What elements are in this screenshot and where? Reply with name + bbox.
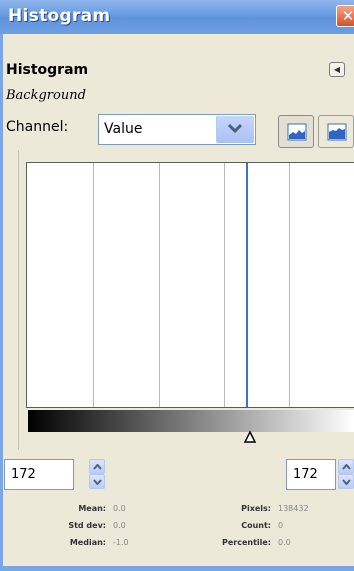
- median-label: Median:: [69, 538, 106, 547]
- stddev-value: 0.0: [113, 521, 126, 530]
- spin-up-icon[interactable]: [89, 459, 105, 474]
- pixels-value: 138432: [278, 504, 309, 513]
- range-high-value: 172: [293, 467, 318, 482]
- close-button[interactable]: ✕: [336, 5, 354, 27]
- log-histogram-icon: [327, 123, 347, 141]
- percentile-label: Percentile:: [221, 538, 271, 547]
- panel-separator: [18, 150, 19, 450]
- histogram-gridline: [224, 163, 225, 407]
- range-slider-handle-icon[interactable]: [243, 430, 257, 444]
- channel-value: Value: [104, 121, 143, 137]
- linear-histogram-icon: [287, 123, 307, 141]
- spin-down-icon[interactable]: [89, 474, 105, 489]
- window-frame-left: [0, 34, 3, 571]
- range-low-spinner[interactable]: [89, 459, 105, 489]
- range-marker: [246, 163, 248, 407]
- mean-value: 0.0: [113, 504, 126, 513]
- value-gradient-bar: [28, 410, 354, 432]
- stddev-label: Std dev:: [68, 521, 106, 530]
- window-titlebar: Histogram ✕: [0, 0, 354, 34]
- mean-label: Mean:: [78, 504, 106, 513]
- histogram-gridline: [289, 163, 290, 407]
- window-title: Histogram: [8, 6, 111, 26]
- channel-label: Channel:: [6, 119, 69, 135]
- range-low-input[interactable]: 172: [4, 459, 74, 490]
- histogram-gridline: [159, 163, 160, 407]
- histogram-view[interactable]: [26, 162, 354, 408]
- drawable-name: Background: [6, 88, 86, 103]
- count-value: 0: [278, 521, 284, 530]
- range-high-input[interactable]: 172: [286, 459, 336, 490]
- histogram-gridline: [93, 163, 94, 407]
- count-label: Count:: [241, 521, 271, 530]
- range-high-spinner[interactable]: [338, 459, 354, 489]
- spin-down-icon[interactable]: [338, 474, 354, 489]
- linear-histogram-button[interactable]: [278, 115, 314, 148]
- log-histogram-button[interactable]: [318, 115, 354, 148]
- channel-select[interactable]: Value: [98, 114, 256, 145]
- range-low-value: 172: [11, 467, 36, 482]
- chevron-down-icon[interactable]: [216, 116, 254, 143]
- median-value: -1.0: [113, 538, 129, 547]
- window-frame-bottom: [0, 566, 354, 571]
- tab-menu-icon[interactable]: ◀: [329, 62, 345, 77]
- dockable-title: Histogram: [6, 62, 89, 78]
- percentile-value: 0.0: [278, 538, 291, 547]
- spin-up-icon[interactable]: [338, 459, 354, 474]
- pixels-label: Pixels:: [241, 504, 271, 513]
